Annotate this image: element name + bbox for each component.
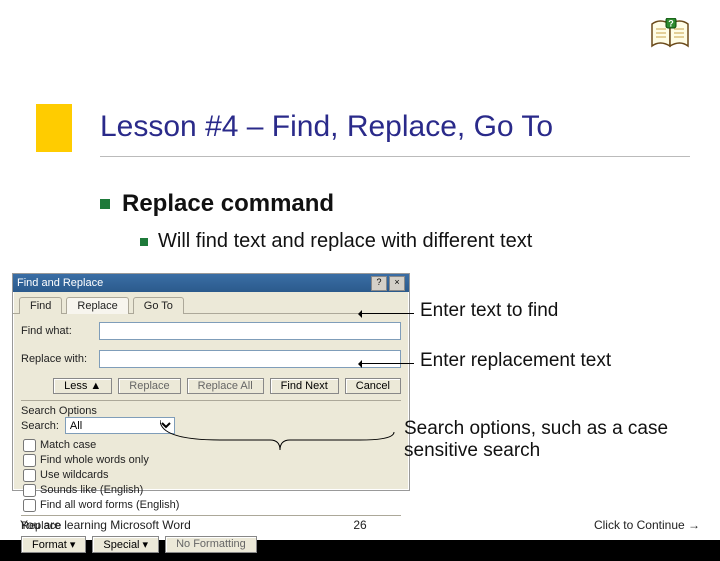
callout-options: Search options, such as a case sensitive… — [404, 418, 684, 462]
replace-button[interactable]: Replace — [118, 378, 180, 394]
dialog-tabs: Find Replace Go To — [13, 292, 409, 314]
callout-find: Enter text to find — [420, 300, 700, 322]
dialog-button-row: Less ▲ Replace Replace All Find Next Can… — [21, 378, 401, 394]
bullet-level1: Replace command — [100, 190, 334, 218]
arrow-to-replace-input — [360, 363, 414, 364]
bullet1-text: Replace command — [122, 190, 334, 218]
footer-continue[interactable]: Click to Continue → — [594, 518, 700, 532]
search-direction-select[interactable]: All — [65, 417, 175, 434]
dialog-title-text: Find and Replace — [17, 277, 103, 289]
special-button[interactable]: Special ▾ — [92, 536, 159, 553]
arrow-to-find-input — [360, 313, 414, 314]
no-formatting-button[interactable]: No Formatting — [165, 536, 257, 553]
replace-all-button[interactable]: Replace All — [187, 378, 264, 394]
svg-text:?: ? — [668, 19, 674, 29]
tab-find[interactable]: Find — [19, 297, 62, 314]
less-button[interactable]: Less ▲ — [53, 378, 112, 394]
callout-replace: Enter replacement text — [420, 350, 700, 372]
word-forms-checkbox[interactable]: Find all word forms (English) — [23, 498, 401, 513]
replace-row: Replace with: — [21, 350, 401, 368]
bullet-level2: Will find text and replace with differen… — [140, 230, 532, 253]
cancel-button[interactable]: Cancel — [345, 378, 401, 394]
find-label: Find what: — [21, 325, 93, 337]
format-button[interactable]: Format ▾ — [21, 536, 86, 553]
bullet-square-icon — [100, 199, 110, 209]
slide: ? Lesson #4 – Find, Replace, Go To Repla… — [0, 0, 720, 540]
help-button[interactable]: ? — [371, 276, 387, 291]
sounds-like-checkbox[interactable]: Sounds like (English) — [23, 483, 401, 498]
dialog-titlebar[interactable]: Find and Replace ? × — [13, 274, 409, 292]
search-options-title: Search Options — [21, 405, 401, 417]
bracket-to-options — [160, 420, 394, 470]
bullet2-text: Will find text and replace with differen… — [158, 230, 532, 253]
find-row: Find what: — [21, 322, 401, 340]
tab-goto[interactable]: Go To — [133, 297, 184, 314]
title-accent — [36, 104, 72, 152]
title-rule — [100, 156, 690, 157]
footer: You are learning Microsoft Word 26 Click… — [20, 518, 700, 532]
bullet-square-icon — [140, 238, 148, 246]
find-input[interactable] — [99, 322, 401, 340]
find-next-button[interactable]: Find Next — [270, 378, 339, 394]
replace-label: Replace with: — [21, 353, 93, 365]
page-title: Lesson #4 – Find, Replace, Go To — [100, 110, 553, 144]
tab-replace[interactable]: Replace — [66, 297, 128, 314]
search-label: Search: — [21, 420, 59, 432]
help-book-icon: ? — [648, 18, 692, 52]
close-button[interactable]: × — [389, 276, 405, 291]
